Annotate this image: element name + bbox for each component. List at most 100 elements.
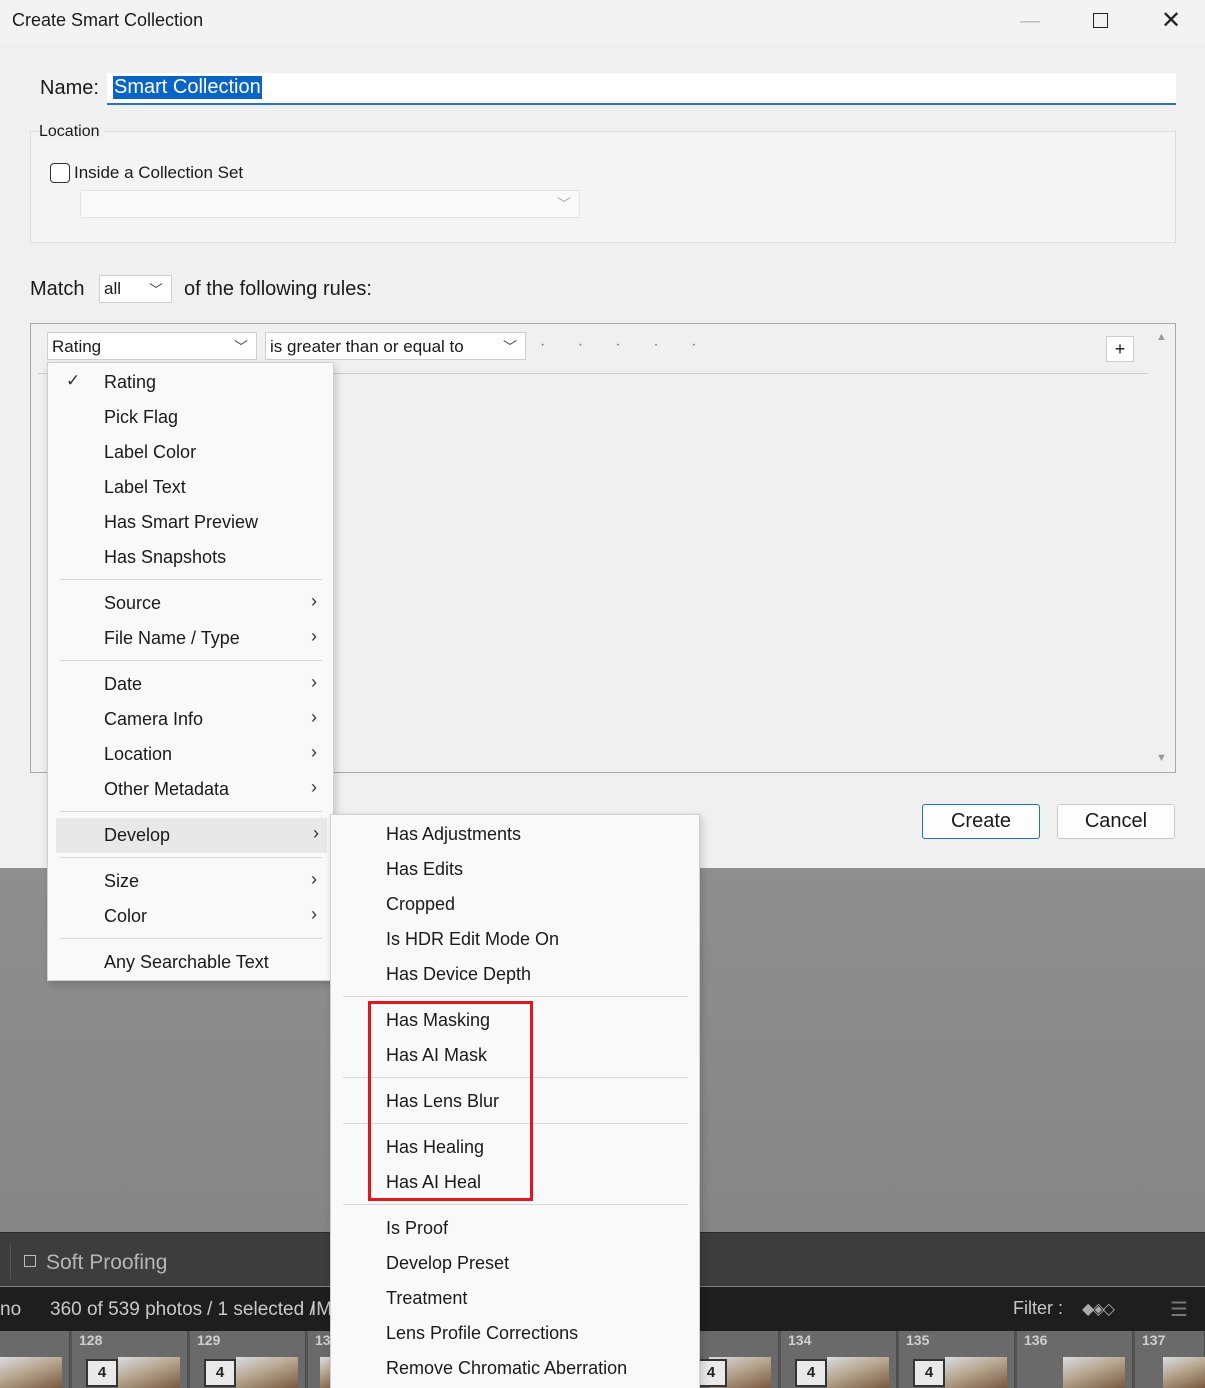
menu-separator	[60, 660, 322, 661]
match-select[interactable]: all ﹀	[99, 275, 172, 303]
menu-item-label: Source	[104, 593, 162, 613]
rule-field-value: Rating	[52, 337, 102, 356]
rating-badge: 4	[86, 1359, 118, 1387]
submenu-item-remove-chromatic-aberration[interactable]: Remove Chromatic Aberration	[331, 1351, 699, 1386]
rule-field-select[interactable]: Rating ﹀	[47, 332, 257, 360]
match-select-value: all	[104, 279, 122, 298]
photo-thumbnail[interactable]	[0, 1357, 62, 1388]
menu-item-camera-info[interactable]: Camera Info ›	[48, 702, 333, 737]
inside-collection-set-label[interactable]: Inside a Collection Set	[74, 163, 243, 183]
menu-item-label-text[interactable]: Label Text	[48, 470, 333, 505]
photo-thumbnail[interactable]	[827, 1357, 889, 1388]
chevron-right-icon: ›	[311, 904, 317, 924]
photo-thumbnail[interactable]	[118, 1357, 180, 1388]
menu-item-label: Is Proof	[386, 1218, 449, 1238]
rating-stars-placeholder[interactable]: · · · · ·	[540, 336, 710, 354]
menu-item-develop[interactable]: Develop ›	[56, 818, 327, 853]
submenu-item-lens-profile-corrections[interactable]: Lens Profile Corrections	[331, 1316, 699, 1351]
photo-thumbnail[interactable]	[1063, 1357, 1125, 1388]
chevron-down-icon: ﹀	[149, 282, 163, 298]
cancel-button[interactable]: Cancel	[1057, 804, 1175, 839]
menu-separator	[343, 1204, 688, 1205]
menu-item-rating[interactable]: ✓ Rating	[48, 365, 333, 400]
photo-thumbnail[interactable]	[236, 1357, 298, 1388]
filmstrip-cell[interactable]: 136	[1017, 1331, 1133, 1388]
menu-item-pick-flag[interactable]: Pick Flag	[48, 400, 333, 435]
collection-set-select[interactable]: ﹀	[80, 190, 580, 218]
close-icon[interactable]: ✕	[1151, 6, 1191, 36]
menu-item-has-snapshots[interactable]: Has Snapshots	[48, 540, 333, 575]
filmstrip-cell[interactable]: 134 4	[781, 1331, 897, 1388]
filmstrip-cell[interactable]: 137	[1135, 1331, 1205, 1388]
match-suffix: of the following rules:	[184, 278, 372, 300]
menu-item-color[interactable]: Color ›	[48, 899, 333, 934]
chevron-right-icon: ›	[311, 707, 317, 727]
filmstrip-cell[interactable]: 129 4	[190, 1331, 306, 1388]
menu-separator	[60, 857, 322, 858]
filmstrip-cell[interactable]: 135 4	[899, 1331, 1015, 1388]
submenu-item-treatment[interactable]: Treatment	[331, 1281, 699, 1316]
menu-item-size[interactable]: Size ›	[48, 864, 333, 899]
scroll-up-icon[interactable]: ▲	[1156, 331, 1167, 343]
menu-item-any-searchable-text[interactable]: Any Searchable Text	[48, 945, 333, 980]
status-left: no	[0, 1299, 22, 1320]
location-group	[30, 131, 1176, 243]
location-title: Location	[39, 123, 104, 141]
photo-index: 129	[197, 1332, 221, 1348]
minimize-icon[interactable]: —	[1010, 6, 1050, 36]
create-button[interactable]: Create	[922, 804, 1040, 839]
photo-index: 134	[788, 1332, 812, 1348]
filmstrip-cell[interactable]: 128 4	[72, 1331, 188, 1388]
rule-operator-select[interactable]: is greater than or equal to ﹀	[265, 332, 526, 360]
rating-badge: 4	[204, 1359, 236, 1387]
dialog-title: Create Smart Collection	[12, 10, 204, 30]
menu-item-label: Develop	[104, 825, 171, 845]
menu-item-label: Is HDR Edit Mode On	[386, 929, 560, 949]
soft-proofing-checkbox[interactable]	[24, 1255, 36, 1267]
menu-item-source[interactable]: Source ›	[48, 586, 333, 621]
photo-index: 128	[79, 1332, 103, 1348]
menu-item-location[interactable]: Location ›	[48, 737, 333, 772]
menu-item-label-color[interactable]: Label Color	[48, 435, 333, 470]
chevron-right-icon: ›	[311, 626, 317, 646]
photo-thumbnail[interactable]	[945, 1357, 1007, 1388]
menu-item-label: Label Color	[104, 442, 197, 462]
soft-proofing-label: Soft Proofing	[46, 1251, 168, 1274]
menu-separator	[60, 811, 322, 812]
menu-item-label: Has Edits	[386, 859, 464, 879]
menu-item-label: File Name / Type	[104, 628, 240, 648]
submenu-item-has-adjustments[interactable]: Has Adjustments	[331, 817, 699, 852]
menu-item-label: Pick Flag	[104, 407, 179, 427]
submenu-item-has-device-depth[interactable]: Has Device Depth	[331, 957, 699, 992]
menu-separator	[343, 996, 688, 997]
filmstrip-cell[interactable]	[0, 1331, 70, 1388]
filter-grip-icon[interactable]: ☰	[1170, 1297, 1188, 1322]
menu-item-file-name-type[interactable]: File Name / Type ›	[48, 621, 333, 656]
inside-collection-set-checkbox[interactable]	[50, 163, 70, 183]
submenu-item-develop-preset[interactable]: Develop Preset	[331, 1246, 699, 1281]
submenu-item-cropped[interactable]: Cropped	[331, 887, 699, 922]
menu-item-label: Has Smart Preview	[104, 512, 259, 532]
title-bar: Create Smart Collection — ✕	[0, 0, 1205, 42]
photo-index: 136	[1024, 1332, 1048, 1348]
flag-filter-icon[interactable]: ◆◈◇	[1082, 1299, 1115, 1319]
submenu-item-is-hdr-edit-mode-on[interactable]: Is HDR Edit Mode On	[331, 922, 699, 957]
menu-item-label: Size	[104, 871, 140, 891]
menu-item-label: Location	[104, 744, 173, 764]
chevron-right-icon: ›	[311, 591, 317, 611]
toolbar-divider	[10, 1243, 11, 1279]
menu-item-label: Remove Chromatic Aberration	[386, 1358, 628, 1378]
submenu-item-is-proof[interactable]: Is Proof	[331, 1211, 699, 1246]
photo-thumbnail[interactable]	[1163, 1357, 1205, 1388]
maximize-icon[interactable]	[1080, 6, 1120, 36]
name-label: Name:	[40, 77, 99, 99]
add-rule-button[interactable]: +	[1106, 336, 1134, 362]
menu-item-label: Rating	[104, 372, 157, 392]
photo-index: 137	[1142, 1332, 1166, 1348]
name-input[interactable]: Smart Collection	[107, 73, 1176, 105]
scroll-down-icon[interactable]: ▼	[1156, 752, 1167, 764]
menu-item-date[interactable]: Date ›	[48, 667, 333, 702]
menu-item-other-metadata[interactable]: Other Metadata ›	[48, 772, 333, 807]
menu-item-has-smart-preview[interactable]: Has Smart Preview	[48, 505, 333, 540]
submenu-item-has-edits[interactable]: Has Edits	[331, 852, 699, 887]
